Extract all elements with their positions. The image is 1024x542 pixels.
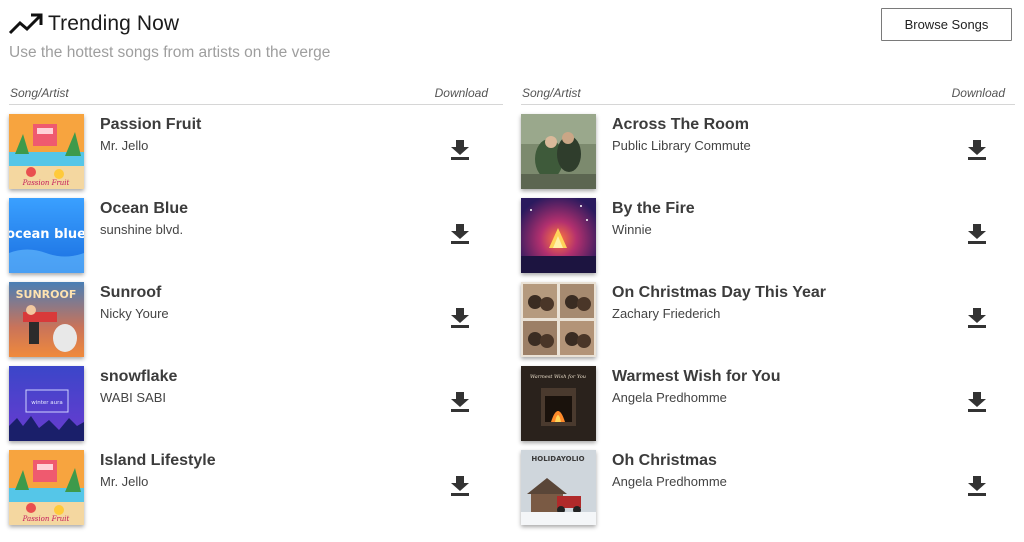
song-artist[interactable]: sunshine blvd. [100,222,183,237]
download-icon[interactable] [451,140,469,160]
song-title[interactable]: Sunroof [100,284,161,302]
song-row: ocean blue Ocean Blue sunshine blvd. [9,189,503,273]
page-title: Trending Now [48,12,180,35]
song-list-left: Song/Artist Download Passion Fruit Passi… [9,84,503,525]
song-title[interactable]: On Christmas Day This Year [612,284,826,302]
album-cover[interactable]: ocean blue [9,198,84,273]
song-row: winter aura snowflake WABI SABI [9,357,503,441]
song-title[interactable]: Oh Christmas [612,452,717,470]
album-cover[interactable]: SUNROOF [9,282,84,357]
cover-text: Warmest Wish for You [530,374,586,380]
page-header: Trending Now Use the hottest songs from … [8,8,1018,70]
song-artist[interactable]: Angela Predhomme [612,390,727,405]
song-row: Across The Room Public Library Commute [521,105,1015,189]
download-header: Download [434,86,488,100]
cover-text: winter aura [31,400,63,406]
song-artist[interactable]: Winnie [612,222,652,237]
song-list-right: Song/Artist Download Across The Room Pub… [521,84,1015,525]
song-row: Passion Fruit Passion Fruit Mr. Jello [9,105,503,189]
song-row: Passion Fruit Island Lifestyle Mr. Jello [9,441,503,525]
song-artist[interactable]: Zachary Friederich [612,306,720,321]
album-cover[interactable]: HOLIDAYOLIO [521,450,596,525]
cover-text: ocean blue [9,227,84,242]
song-artist[interactable]: WABI SABI [100,390,166,405]
cover-text: SUNROOF [16,288,77,301]
title-row: Trending Now [8,10,1018,38]
download-icon[interactable] [451,392,469,412]
song-title[interactable]: Warmest Wish for You [612,368,780,386]
song-artist[interactable]: Mr. Jello [100,474,148,489]
cover-text: Passion Fruit [22,515,70,523]
song-artist-header: Song/Artist [522,86,581,100]
album-cover[interactable] [521,198,596,273]
album-cover[interactable]: Warmest Wish for You [521,366,596,441]
download-icon[interactable] [968,308,986,328]
album-cover[interactable]: winter aura [9,366,84,441]
download-icon[interactable] [451,308,469,328]
download-icon[interactable] [451,476,469,496]
page-subtitle: Use the hottest songs from artists on th… [9,44,331,61]
song-title[interactable]: By the Fire [612,200,695,218]
song-row: HOLIDAYOLIO Oh Christmas Angela Predhomm… [521,441,1015,525]
trending-up-icon [8,13,43,35]
song-row: On Christmas Day This Year Zachary Fried… [521,273,1015,357]
album-cover[interactable]: Passion Fruit [9,114,84,189]
browse-songs-button[interactable]: Browse Songs [881,8,1012,41]
song-artist[interactable]: Mr. Jello [100,138,148,153]
song-title[interactable]: Passion Fruit [100,116,201,134]
song-title[interactable]: Across The Room [612,116,749,134]
download-icon[interactable] [968,140,986,160]
album-cover[interactable] [521,114,596,189]
song-title[interactable]: Ocean Blue [100,200,188,218]
download-header: Download [951,86,1005,100]
download-icon[interactable] [968,392,986,412]
song-artist[interactable]: Public Library Commute [612,138,751,153]
album-cover[interactable] [521,282,596,357]
download-icon[interactable] [451,224,469,244]
song-artist[interactable]: Angela Predhomme [612,474,727,489]
download-icon[interactable] [968,224,986,244]
song-artist-header: Song/Artist [10,86,69,100]
song-row: SUNROOF Sunroof Nicky Youre [9,273,503,357]
cover-text: Passion Fruit [22,179,70,187]
song-title[interactable]: snowflake [100,368,177,386]
song-title[interactable]: Island Lifestyle [100,452,216,470]
song-artist[interactable]: Nicky Youre [100,306,169,321]
download-icon[interactable] [968,476,986,496]
song-row: By the Fire Winnie [521,189,1015,273]
list-header: Song/Artist Download [521,84,1015,105]
cover-text: HOLIDAYOLIO [531,455,584,463]
song-row: Warmest Wish for You Warmest Wish for Yo… [521,357,1015,441]
album-cover[interactable]: Passion Fruit [9,450,84,525]
list-header: Song/Artist Download [9,84,503,105]
